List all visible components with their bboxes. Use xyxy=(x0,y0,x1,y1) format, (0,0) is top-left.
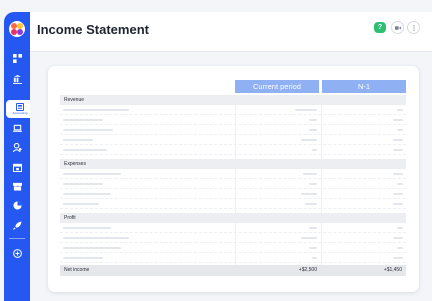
main-area: Income Statement ? Current period N-1 Re… xyxy=(30,12,432,301)
table-row[interactable] xyxy=(60,125,406,135)
sidebar-item-rocket[interactable] xyxy=(4,219,30,231)
more-options-button[interactable] xyxy=(407,21,420,34)
logo-petal xyxy=(17,29,23,35)
sidebar-item-add[interactable] xyxy=(4,247,30,259)
table-row[interactable] xyxy=(60,253,406,263)
table-row[interactable] xyxy=(60,105,406,115)
bank-icon xyxy=(12,74,22,84)
table-row[interactable] xyxy=(60,115,406,125)
net-income-current-value: +$2,500 xyxy=(298,267,317,273)
table-row[interactable] xyxy=(60,233,406,243)
accounting-icon xyxy=(16,103,24,111)
laptop-icon xyxy=(12,124,22,132)
page-header: Income Statement ? xyxy=(30,12,432,52)
section-header-profit: Profit xyxy=(60,213,406,223)
sidebar-item-users[interactable] xyxy=(4,141,30,153)
sidebar-divider xyxy=(9,238,25,239)
sidebar-item-dashboard[interactable] xyxy=(4,52,30,64)
table-row[interactable] xyxy=(60,179,406,189)
table-row[interactable] xyxy=(60,169,406,179)
table-row[interactable] xyxy=(60,189,406,199)
store-icon xyxy=(12,182,22,191)
dashboard-icon xyxy=(12,53,22,63)
page-title: Income Statement xyxy=(37,22,149,37)
help-button[interactable]: ? xyxy=(374,22,386,33)
calendar-icon xyxy=(12,163,22,172)
net-income-label: Net income xyxy=(64,267,90,273)
rocket-icon xyxy=(12,220,22,230)
income-statement-table: Current period N-1 Revenue Expenses Prof… xyxy=(48,66,419,292)
sidebar-item-laptop[interactable] xyxy=(4,122,30,134)
sidebar-item-store[interactable] xyxy=(4,180,30,192)
brand-logo[interactable] xyxy=(9,21,25,37)
table-row[interactable] xyxy=(60,243,406,253)
sidebar-item-bank[interactable] xyxy=(4,73,30,85)
add-icon xyxy=(12,248,22,258)
column-header-prev[interactable]: N-1 xyxy=(322,80,406,93)
column-header-current[interactable]: Current period xyxy=(235,80,319,93)
sidebar-item-calendar[interactable] xyxy=(4,161,30,173)
section-header-expenses: Expenses xyxy=(60,159,406,169)
pie-chart-icon xyxy=(12,200,22,210)
section-header-revenue: Revenue xyxy=(60,95,406,105)
sidebar: Accounting xyxy=(4,12,34,301)
more-icon xyxy=(412,24,415,31)
video-icon xyxy=(394,25,401,30)
sidebar-item-label: Accounting xyxy=(12,111,28,115)
table-row[interactable] xyxy=(60,145,406,155)
users-icon xyxy=(12,142,22,152)
table-row[interactable] xyxy=(60,223,406,233)
video-button[interactable] xyxy=(391,21,404,34)
net-income-prev-value: +$1,450 xyxy=(383,267,402,273)
table-row[interactable] xyxy=(60,199,406,209)
table-row[interactable] xyxy=(60,135,406,145)
sidebar-item-pie-chart[interactable] xyxy=(4,199,30,211)
net-income-row: Net income +$2,500 +$1,450 xyxy=(60,265,406,276)
